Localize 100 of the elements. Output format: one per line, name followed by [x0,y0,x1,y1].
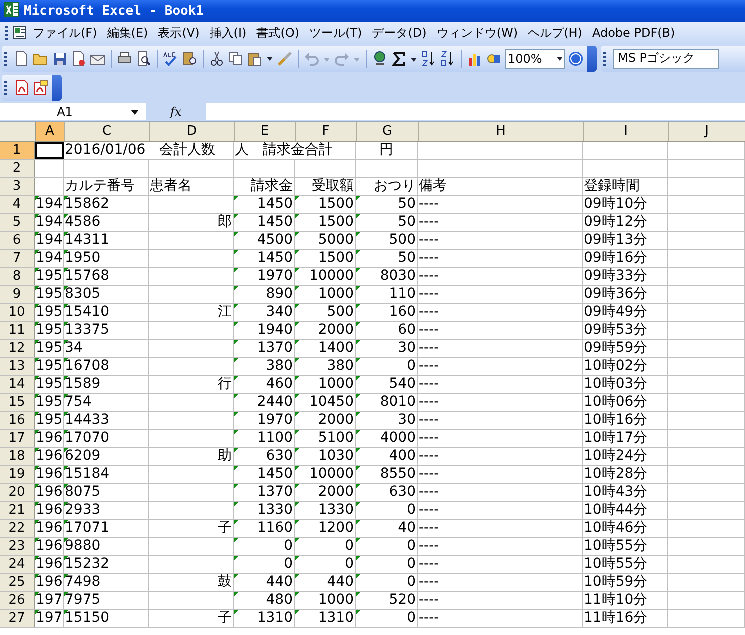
cell-text: 8075 [65,484,101,501]
font-dropdown[interactable]: MS Pゴシック [613,48,719,68]
cell-text: ---- [419,376,440,393]
toolbar-options-button[interactable] [587,46,597,72]
row-header[interactable]: 2 [0,160,35,177]
row-header[interactable]: 14 [0,376,35,393]
menu-item[interactable]: Adobe PDF(B) [587,26,680,40]
row-header[interactable]: 22 [0,520,35,537]
row-header[interactable]: 10 [0,304,35,321]
cell-text: 0 [407,502,416,519]
cell-text: 10時28分 [584,466,648,483]
column-header[interactable]: I [584,122,669,141]
help-icon[interactable] [568,50,584,66]
row-header[interactable]: 8 [0,268,35,285]
pdf-document-icon[interactable] [14,80,30,96]
cell-text: 630 [266,448,293,465]
column-header[interactable]: D [150,122,235,141]
cell-text: 0 [284,556,293,573]
row-header[interactable]: 18 [0,448,35,465]
row-header[interactable]: 17 [0,430,35,447]
dropdown-arrow-icon[interactable] [130,108,140,116]
row-header[interactable]: 13 [0,358,35,375]
column-header[interactable]: H [419,122,584,141]
column-header[interactable]: J [669,122,745,141]
column-header[interactable]: G [357,122,419,141]
row-header[interactable]: 27 [0,610,35,627]
menu-item[interactable]: ツール(T) [304,24,368,42]
row-header[interactable]: 25 [0,574,35,591]
row-header[interactable]: 12 [0,340,35,357]
menu-item[interactable]: データ(D) [367,24,432,42]
row-header[interactable]: 16 [0,412,35,429]
spreadsheet-logo-icon [4,2,20,18]
cell-text: 2933 [65,502,101,519]
cell-text: 890 [266,286,293,303]
new-document-icon[interactable] [14,50,30,66]
cell-text: 受取額 [312,178,354,195]
column-header[interactable]: E [235,122,296,141]
row-header[interactable]: 3 [0,178,35,195]
menu-item[interactable]: 表示(V) [153,24,205,42]
cell-text: 460 [266,376,293,393]
sheet-menu-icon[interactable] [12,25,28,41]
cell-text: 1000 [318,592,354,609]
menu-item[interactable]: 編集(E) [102,24,154,42]
row-header[interactable]: 20 [0,484,35,501]
cell-text: ---- [419,286,440,303]
cell-text: 1370 [257,484,293,501]
row-header[interactable]: 11 [0,322,35,339]
menu-item[interactable]: ファイル(F) [28,24,102,42]
cell-text: 10時02分 [584,358,648,375]
cut-icon[interactable] [209,50,225,66]
column-header[interactable]: A [36,122,65,141]
row-header[interactable]: 4 [0,196,35,213]
cell-text: ---- [419,358,440,375]
row-header[interactable]: 19 [0,466,35,483]
print-icon[interactable] [117,50,133,66]
name-box[interactable]: A1 [0,103,146,120]
sort-descending-icon[interactable] [440,50,456,66]
print-preview-icon[interactable] [136,50,152,66]
row-header[interactable]: 5 [0,214,35,231]
row-header[interactable]: 24 [0,556,35,573]
row-header[interactable]: 21 [0,502,35,519]
cell-text: 9880 [65,538,101,555]
menu-item[interactable]: ウィンドウ(W) [432,24,524,42]
copy-icon[interactable] [228,50,244,66]
row-header[interactable]: 7 [0,250,35,267]
menu-item[interactable]: 挿入(I) [204,24,252,42]
cell-text: 10450 [309,394,354,411]
cell-text: 380 [327,358,354,375]
row-header[interactable]: 9 [0,286,35,303]
row-header[interactable]: 1 [0,142,35,159]
cell-text: 子 [218,610,232,627]
cell-text: ---- [419,502,440,519]
sigma-icon[interactable] [391,50,407,66]
zoom-dropdown[interactable]: 100% [505,48,565,68]
cell-text: 人 請求金合計 [235,142,333,159]
column-header[interactable]: F [296,122,357,141]
active-cell[interactable] [35,142,64,159]
row-header[interactable]: 26 [0,592,35,609]
spelling-check-icon[interactable] [163,50,179,66]
formula-input[interactable] [206,103,745,120]
menu-item[interactable]: 書式(O) [252,24,305,42]
toolbar-options-button[interactable] [52,74,62,100]
cell-text: 2000 [318,412,354,429]
cell-text: 1100 [257,430,293,447]
row-header[interactable]: 6 [0,232,35,249]
save-icon[interactable] [52,50,68,66]
sort-ascending-icon[interactable] [421,50,437,66]
cell-text: 197 [36,592,63,609]
cell-text: 1200 [318,520,354,537]
row-header[interactable]: 23 [0,538,35,555]
paste-icon[interactable] [247,50,263,66]
column-header[interactable]: C [65,122,150,141]
pdf-comment-icon[interactable] [33,80,49,96]
function-label[interactable]: fx [146,104,206,118]
cell-text: 1589 [65,376,101,393]
menu-item[interactable]: ヘルプ(H) [523,24,588,42]
cell-text: 1500 [318,250,354,267]
cell-text: 10時06分 [584,394,648,411]
row-header[interactable]: 15 [0,394,35,411]
cell-text: 09時16分 [584,250,648,267]
